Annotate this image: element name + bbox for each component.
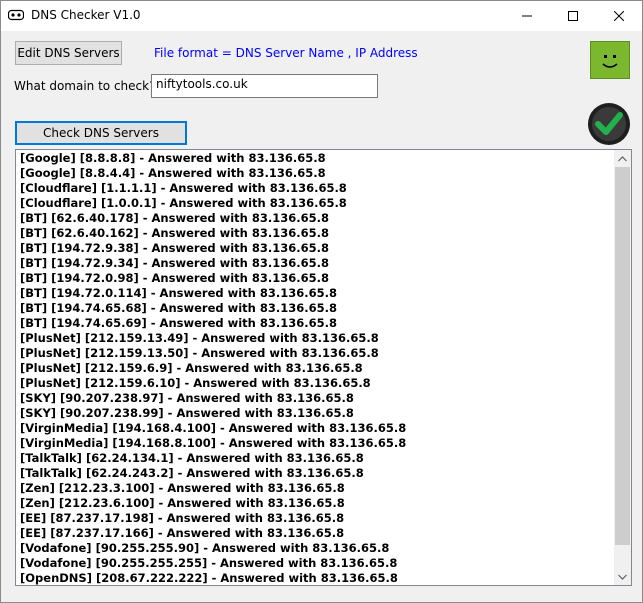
edit-dns-servers-button[interactable]: Edit DNS Servers (15, 41, 122, 65)
result-item[interactable]: [Google] [8.8.4.4] - Answered with 83.13… (20, 166, 619, 181)
result-item[interactable]: [EE] [87.237.17.166] - Answered with 83.… (20, 526, 619, 541)
result-item[interactable]: [Google] [8.8.8.8] - Answered with 83.13… (20, 151, 619, 166)
file-format-hint: File format = DNS Server Name , IP Addre… (154, 46, 418, 60)
result-item[interactable]: [Zen] [212.23.3.100] - Answered with 83.… (20, 481, 619, 496)
title-bar[interactable]: DNS Checker V1.0 (1, 1, 642, 31)
chevron-up-icon (618, 155, 627, 161)
scroll-up-button[interactable] (614, 150, 631, 167)
maximize-icon (568, 11, 578, 21)
vertical-scrollbar[interactable] (614, 150, 631, 585)
app-icon (8, 9, 24, 21)
close-icon (614, 11, 624, 21)
app-window: DNS Checker V1.0 Edit DNS Servers File f… (0, 0, 643, 603)
result-item[interactable]: [Vodafone] [90.255.255.255] - Answered w… (20, 556, 619, 571)
maximize-button[interactable] (550, 1, 596, 31)
results-listbox[interactable]: [Google] [8.8.8.8] - Answered with 83.13… (15, 149, 632, 586)
result-item[interactable]: [SKY] [90.207.238.99] - Answered with 83… (20, 406, 619, 421)
window-title: DNS Checker V1.0 (31, 8, 141, 22)
check-dns-servers-button[interactable]: Check DNS Servers (15, 121, 187, 145)
smiley-icon (590, 41, 630, 79)
result-item[interactable]: [BT] [194.74.65.68] - Answered with 83.1… (20, 301, 619, 316)
domain-label: What domain to check? (14, 79, 156, 93)
result-item[interactable]: [EE] [87.237.17.198] - Answered with 83.… (20, 511, 619, 526)
result-item[interactable]: [VirginMedia] [194.168.4.100] - Answered… (20, 421, 619, 436)
result-item[interactable]: [Vodafone] [90.255.255.90] - Answered wi… (20, 541, 619, 556)
results-list: [Google] [8.8.8.8] - Answered with 83.13… (16, 150, 619, 585)
minimize-button[interactable] (504, 1, 550, 31)
result-item[interactable]: [PlusNet] [212.159.13.50] - Answered wit… (20, 346, 619, 361)
result-item[interactable]: [BT] [62.6.40.162] - Answered with 83.13… (20, 226, 619, 241)
result-item[interactable]: [PlusNet] [212.159.13.49] - Answered wit… (20, 331, 619, 346)
success-check-icon (588, 103, 630, 145)
minimize-icon (522, 15, 532, 17)
domain-input[interactable]: niftytools.co.uk (151, 74, 378, 98)
chevron-down-icon (618, 574, 627, 580)
result-item[interactable]: [TalkTalk] [62.24.134.1] - Answered with… (20, 451, 619, 466)
close-button[interactable] (596, 1, 642, 31)
result-item[interactable]: [BT] [194.72.0.98] - Answered with 83.13… (20, 271, 619, 286)
result-item[interactable]: [Cloudflare] [1.1.1.1] - Answered with 8… (20, 181, 619, 196)
result-item[interactable]: [PlusNet] [212.159.6.9] - Answered with … (20, 361, 619, 376)
result-item[interactable]: [BT] [194.72.9.34] - Answered with 83.13… (20, 256, 619, 271)
result-item[interactable]: [TalkTalk] [62.24.243.2] - Answered with… (20, 466, 619, 481)
result-item[interactable]: [BT] [194.74.65.69] - Answered with 83.1… (20, 316, 619, 331)
result-item[interactable]: [Zen] [212.23.6.100] - Answered with 83.… (20, 496, 619, 511)
scroll-thumb[interactable] (615, 167, 630, 545)
result-item[interactable]: [BT] [62.6.40.178] - Answered with 83.13… (20, 211, 619, 226)
result-item[interactable]: [BT] [194.72.9.38] - Answered with 83.13… (20, 241, 619, 256)
result-item[interactable]: [VirginMedia] [194.168.8.100] - Answered… (20, 436, 619, 451)
result-item[interactable]: [PlusNet] [212.159.6.10] - Answered with… (20, 376, 619, 391)
result-item[interactable]: [Cloudflare] [1.0.0.1] - Answered with 8… (20, 196, 619, 211)
smiley-face-icon (602, 55, 618, 68)
result-item[interactable]: [OpenDNS] [208.67.222.222] - Answered wi… (20, 571, 619, 585)
result-item[interactable]: [BT] [194.72.0.114] - Answered with 83.1… (20, 286, 619, 301)
scroll-down-button[interactable] (614, 568, 631, 585)
result-item[interactable]: [SKY] [90.207.238.97] - Answered with 83… (20, 391, 619, 406)
